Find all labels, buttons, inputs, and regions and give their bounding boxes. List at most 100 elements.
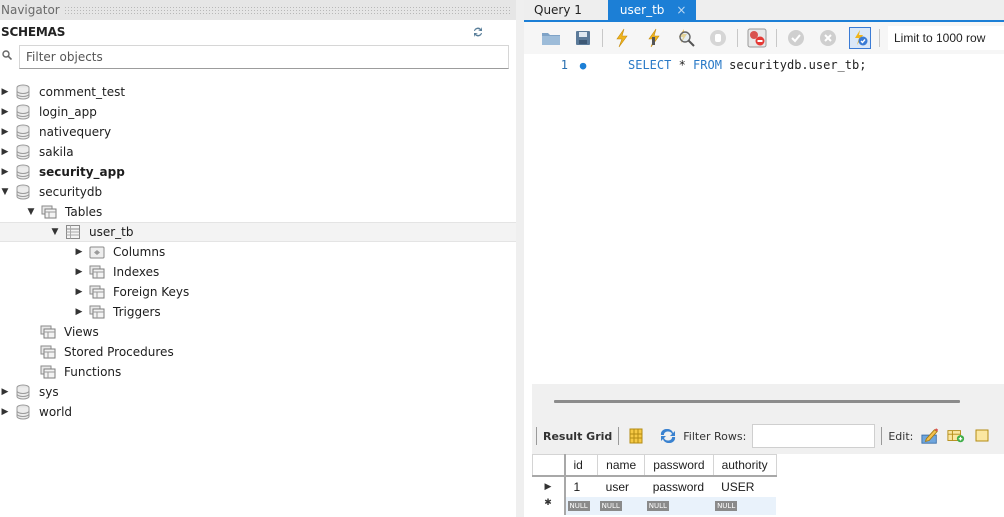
cell-null[interactable]: NULL bbox=[564, 496, 598, 515]
stop-hand-icon[interactable] bbox=[707, 27, 729, 49]
expand-arrow-icon[interactable]: ▶ bbox=[0, 87, 10, 97]
column-header-authority[interactable]: authority bbox=[713, 454, 777, 477]
save-icon[interactable] bbox=[572, 27, 594, 49]
database-icon bbox=[15, 384, 31, 400]
tab-user-tb[interactable]: user_tb × bbox=[607, 0, 697, 20]
filter-rows-label: Filter Rows: bbox=[683, 429, 747, 443]
tree-item-views[interactable]: Views bbox=[0, 322, 516, 342]
result-grid-label[interactable]: Result Grid bbox=[543, 430, 612, 443]
tree-item-comment-test[interactable]: ▶ comment_test bbox=[0, 82, 516, 102]
tree-item-login-app[interactable]: ▶ login_app bbox=[0, 102, 516, 122]
cell-password[interactable]: password bbox=[645, 476, 713, 497]
column-header-password[interactable]: password bbox=[644, 454, 714, 477]
columns-folder-icon bbox=[89, 244, 105, 260]
table-row[interactable]: ▶ 1 user password USER bbox=[532, 475, 777, 497]
cell-name[interactable]: user bbox=[598, 476, 645, 497]
new-row[interactable]: ✱ NULL NULL NULL NULL bbox=[532, 496, 777, 515]
collapse-arrow-icon[interactable]: ▼ bbox=[26, 207, 36, 217]
grid-layout-icon[interactable] bbox=[627, 427, 645, 445]
cell-authority[interactable]: USER bbox=[713, 476, 776, 497]
tree-item-columns[interactable]: ▶ Columns bbox=[0, 242, 516, 262]
tree-item-triggers[interactable]: ▶ Triggers bbox=[0, 302, 516, 322]
toolbar-separator bbox=[536, 427, 537, 445]
tree-item-user-tb[interactable]: ▼ user_tb bbox=[0, 222, 516, 242]
open-folder-icon[interactable] bbox=[540, 27, 562, 49]
edit-label: Edit: bbox=[888, 429, 914, 443]
tree-item-security-app[interactable]: ▶ security_app bbox=[0, 162, 516, 182]
navigator-title: Navigator bbox=[1, 3, 60, 17]
tree-item-label: securitydb bbox=[39, 185, 103, 199]
database-icon bbox=[15, 124, 31, 140]
sql-statement: SELECT * FROM securitydb.user_tb; bbox=[628, 58, 866, 72]
editor-splitter[interactable] bbox=[532, 384, 1004, 418]
refresh-icon[interactable] bbox=[472, 26, 484, 38]
collapse-arrow-icon[interactable]: ▼ bbox=[50, 227, 60, 237]
limit-rows-select[interactable]: Limit to 1000 row bbox=[888, 26, 1004, 50]
tree-item-label: sakila bbox=[39, 145, 74, 159]
panel-grip[interactable] bbox=[63, 6, 510, 14]
expand-arrow-icon[interactable]: ▶ bbox=[0, 127, 10, 137]
tree-item-world[interactable]: ▶ world bbox=[0, 402, 516, 422]
expand-arrow-icon[interactable]: ▶ bbox=[74, 287, 84, 297]
close-tab-icon[interactable]: × bbox=[676, 3, 686, 17]
schemas-header: SCHEMAS bbox=[0, 20, 516, 44]
code-line: 1 ● SELECT * FROM securitydb.user_tb; bbox=[532, 54, 1004, 76]
commit-check-icon[interactable] bbox=[785, 27, 807, 49]
expand-arrow-icon[interactable]: ▶ bbox=[0, 387, 10, 397]
column-header-name[interactable]: name bbox=[597, 454, 646, 477]
tree-item-foreign-keys[interactable]: ▶ Foreign Keys bbox=[0, 282, 516, 302]
database-icon bbox=[15, 184, 31, 200]
sql-toolbar: Limit to 1000 row bbox=[524, 22, 1004, 54]
execute-lightning-icon[interactable] bbox=[611, 27, 633, 49]
expand-arrow-icon[interactable]: ▶ bbox=[74, 267, 84, 277]
tab-query-1[interactable]: Query 1 bbox=[524, 0, 592, 20]
null-badge: NULL bbox=[646, 500, 669, 511]
expand-arrow-icon[interactable]: ▶ bbox=[0, 107, 10, 117]
tree-item-label: Columns bbox=[113, 245, 166, 259]
filter-objects-input[interactable] bbox=[19, 45, 509, 69]
table-icon bbox=[65, 224, 81, 240]
edit-pencil-icon[interactable] bbox=[921, 427, 939, 445]
expand-arrow-icon[interactable]: ▶ bbox=[0, 407, 10, 417]
collapse-arrow-icon[interactable]: ▼ bbox=[0, 187, 10, 197]
tree-item-securitydb[interactable]: ▼ securitydb bbox=[0, 182, 516, 202]
tree-item-label: login_app bbox=[39, 105, 97, 119]
explain-magnifier-icon[interactable] bbox=[675, 27, 697, 49]
execute-current-statement-icon[interactable] bbox=[643, 27, 665, 49]
query-editor-panel: Query 1 user_tb × Limit to 1000 row 1 ● … bbox=[516, 0, 1004, 517]
tree-item-nativequery[interactable]: ▶ nativequery bbox=[0, 122, 516, 142]
expand-arrow-icon[interactable]: ▶ bbox=[0, 167, 10, 177]
expand-arrow-icon[interactable]: ▶ bbox=[74, 247, 84, 257]
refresh-rows-icon[interactable] bbox=[659, 427, 677, 445]
tree-item-indexes[interactable]: ▶ Indexes bbox=[0, 262, 516, 282]
tab-bar: Query 1 user_tb × bbox=[524, 0, 1004, 22]
grid-corner[interactable] bbox=[532, 454, 566, 477]
cell-null[interactable]: NULL bbox=[713, 496, 777, 515]
sql-code-editor[interactable]: 1 ● SELECT * FROM securitydb.user_tb; bbox=[532, 54, 1004, 384]
tree-item-label: security_app bbox=[39, 165, 125, 179]
delete-row-icon[interactable] bbox=[973, 427, 991, 445]
tree-item-label: Foreign Keys bbox=[113, 285, 190, 299]
stop-on-error-icon[interactable] bbox=[746, 27, 768, 49]
rollback-x-icon[interactable] bbox=[817, 27, 839, 49]
statement-marker-icon: ● bbox=[579, 58, 587, 72]
cell-null[interactable]: NULL bbox=[644, 496, 714, 515]
column-header-id[interactable]: id bbox=[564, 454, 599, 477]
add-row-icon[interactable] bbox=[947, 427, 965, 445]
tree-item-sys[interactable]: ▶ sys bbox=[0, 382, 516, 402]
tree-item-tables[interactable]: ▼ Tables bbox=[0, 202, 516, 222]
horizontal-scrollbar[interactable] bbox=[554, 400, 960, 403]
tree-item-functions[interactable]: Functions bbox=[0, 362, 516, 382]
null-badge: NULL bbox=[599, 500, 622, 511]
expand-arrow-icon[interactable]: ▶ bbox=[0, 147, 10, 157]
autocommit-toggle-icon[interactable] bbox=[849, 27, 871, 49]
filter-rows-input[interactable] bbox=[752, 424, 876, 448]
schema-tree: ▶ comment_test ▶ login_app ▶ nativequery ▶ saki… bbox=[0, 82, 516, 422]
indexes-folder-icon bbox=[89, 264, 105, 280]
tree-item-sakila[interactable]: ▶ sakila bbox=[0, 142, 516, 162]
expand-arrow-icon[interactable]: ▶ bbox=[74, 307, 84, 317]
database-icon bbox=[15, 404, 31, 420]
tree-item-stored-procedures[interactable]: Stored Procedures bbox=[0, 342, 516, 362]
cell-null[interactable]: NULL bbox=[597, 496, 645, 515]
cell-id[interactable]: 1 bbox=[565, 476, 598, 497]
